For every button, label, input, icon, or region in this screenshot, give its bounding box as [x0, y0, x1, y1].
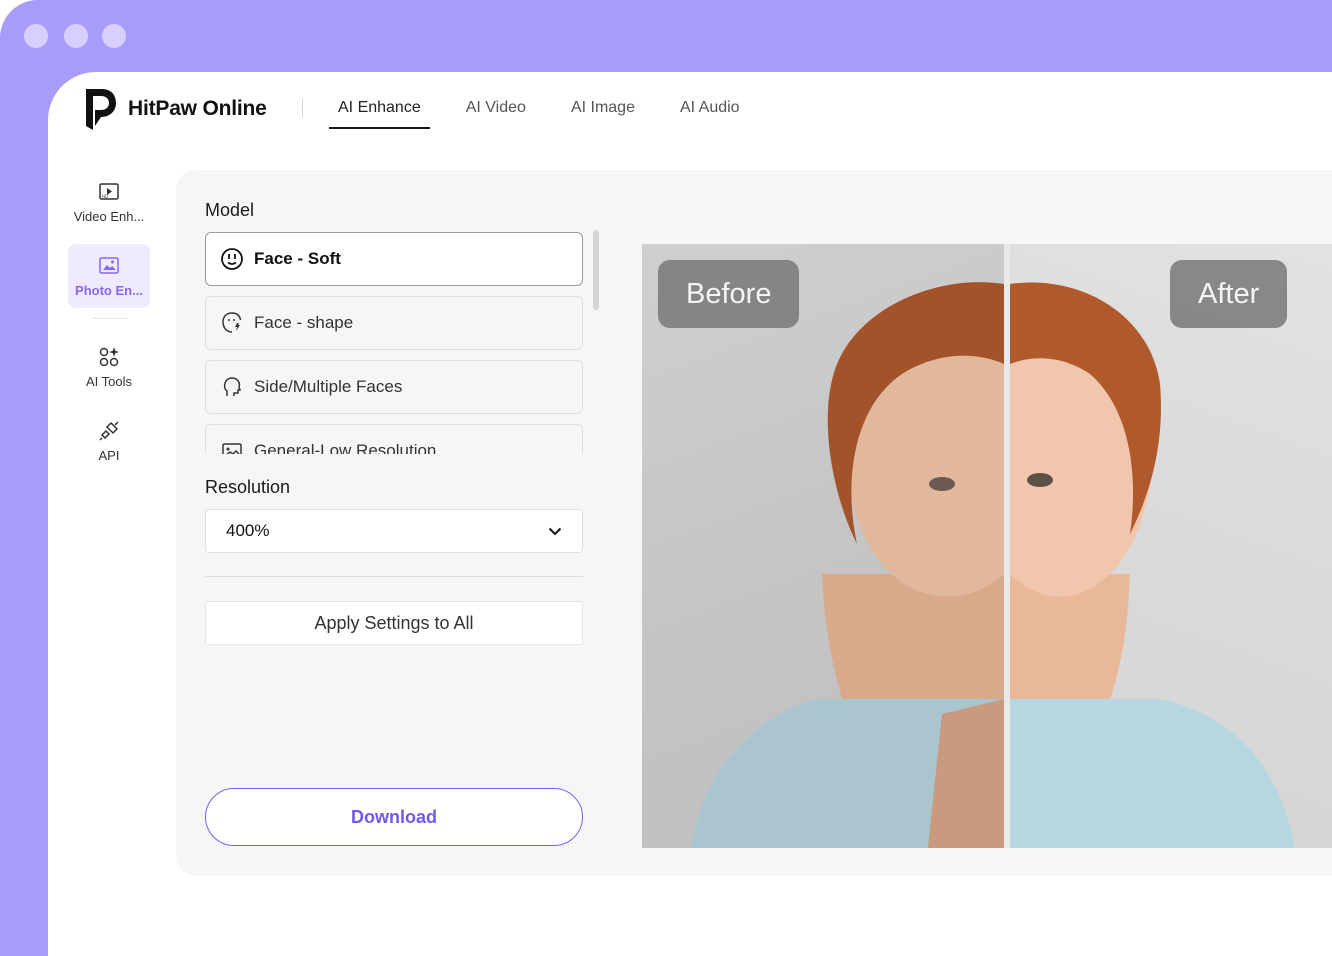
resolution-select[interactable]: 400% [205, 509, 583, 553]
nav-ai-image[interactable]: AI Image [562, 90, 644, 129]
photo-enhance-icon [99, 257, 119, 274]
sidebar: HD Video Enh... Photo En... AI Tools API [68, 170, 152, 483]
sidebar-item-photo-enhance[interactable]: Photo En... [68, 244, 150, 308]
model-option-face-shape[interactable]: Face - shape [205, 296, 583, 350]
model-option-general-low-resolution[interactable]: General-Low Resolution [205, 424, 583, 454]
window-dot [102, 24, 126, 48]
ai-tools-icon [99, 347, 119, 367]
window-dot [24, 24, 48, 48]
sidebar-item-api[interactable]: API [68, 409, 150, 473]
sidebar-separator [92, 318, 128, 319]
resolution-value: 400% [226, 521, 270, 540]
sidebar-item-label: Photo En... [75, 283, 143, 298]
resolution-label: Resolution [205, 477, 291, 497]
portrait-after-image [1010, 282, 1295, 848]
browser-frame: HitPaw Online AI Enhance AI Video AI Ima… [0, 0, 1332, 956]
nav-ai-video[interactable]: AI Video [457, 90, 535, 129]
model-option-label: General-Low Resolution [254, 441, 437, 454]
model-option-face-soft[interactable]: Face - Soft [205, 232, 583, 286]
before-image [642, 244, 1004, 848]
chevron-down-icon [548, 527, 562, 535]
face-soft-icon [221, 248, 243, 270]
model-option-label: Face - Soft [254, 249, 341, 268]
nav-ai-enhance[interactable]: AI Enhance [329, 90, 430, 129]
settings-divider [205, 576, 583, 577]
model-list-scrollbar[interactable] [593, 230, 599, 310]
face-shape-icon [222, 312, 242, 333]
video-enhance-icon: HD [99, 183, 119, 200]
brand-logo[interactable]: HitPaw Online [82, 86, 267, 132]
general-image-icon [222, 443, 242, 454]
apply-settings-button[interactable]: Apply Settings to All [205, 601, 583, 645]
app-window: HitPaw Online AI Enhance AI Video AI Ima… [48, 72, 1332, 956]
comparison-preview: Before After [642, 244, 1332, 848]
sidebar-item-label: Video Enh... [73, 209, 145, 224]
after-image [1010, 244, 1332, 848]
svg-text:HD: HD [102, 194, 108, 199]
sidebar-item-video-enhance[interactable]: HD Video Enh... [68, 170, 150, 234]
before-label: Before [658, 260, 800, 328]
brand-name: HitPaw Online [128, 97, 267, 120]
window-dot [64, 24, 88, 48]
model-option-label: Side/Multiple Faces [254, 377, 403, 396]
nav-ai-audio[interactable]: AI Audio [671, 90, 749, 129]
download-button[interactable]: Download [205, 788, 583, 846]
model-list: Face - Soft Face - shape Side/Multiple F… [205, 232, 583, 454]
portrait-before-image [692, 282, 1004, 848]
model-option-side-multiple-faces[interactable]: Side/Multiple Faces [205, 360, 583, 414]
sidebar-item-label: API [98, 448, 120, 463]
sidebar-item-label: AI Tools [85, 374, 132, 389]
api-plug-icon [99, 421, 119, 441]
side-face-icon [223, 377, 242, 396]
sidebar-item-ai-tools[interactable]: AI Tools [68, 335, 150, 399]
model-label: Model [205, 200, 255, 220]
top-nav: AI Enhance AI Video AI Image AI Audio [329, 90, 776, 129]
after-label: After [1170, 260, 1288, 328]
header-divider [302, 99, 303, 117]
model-option-label: Face - shape [254, 313, 354, 332]
hitpaw-logo-icon [86, 89, 116, 130]
enhance-panel: Model Face - Soft Face - shape Side/Mult… [176, 170, 1332, 876]
